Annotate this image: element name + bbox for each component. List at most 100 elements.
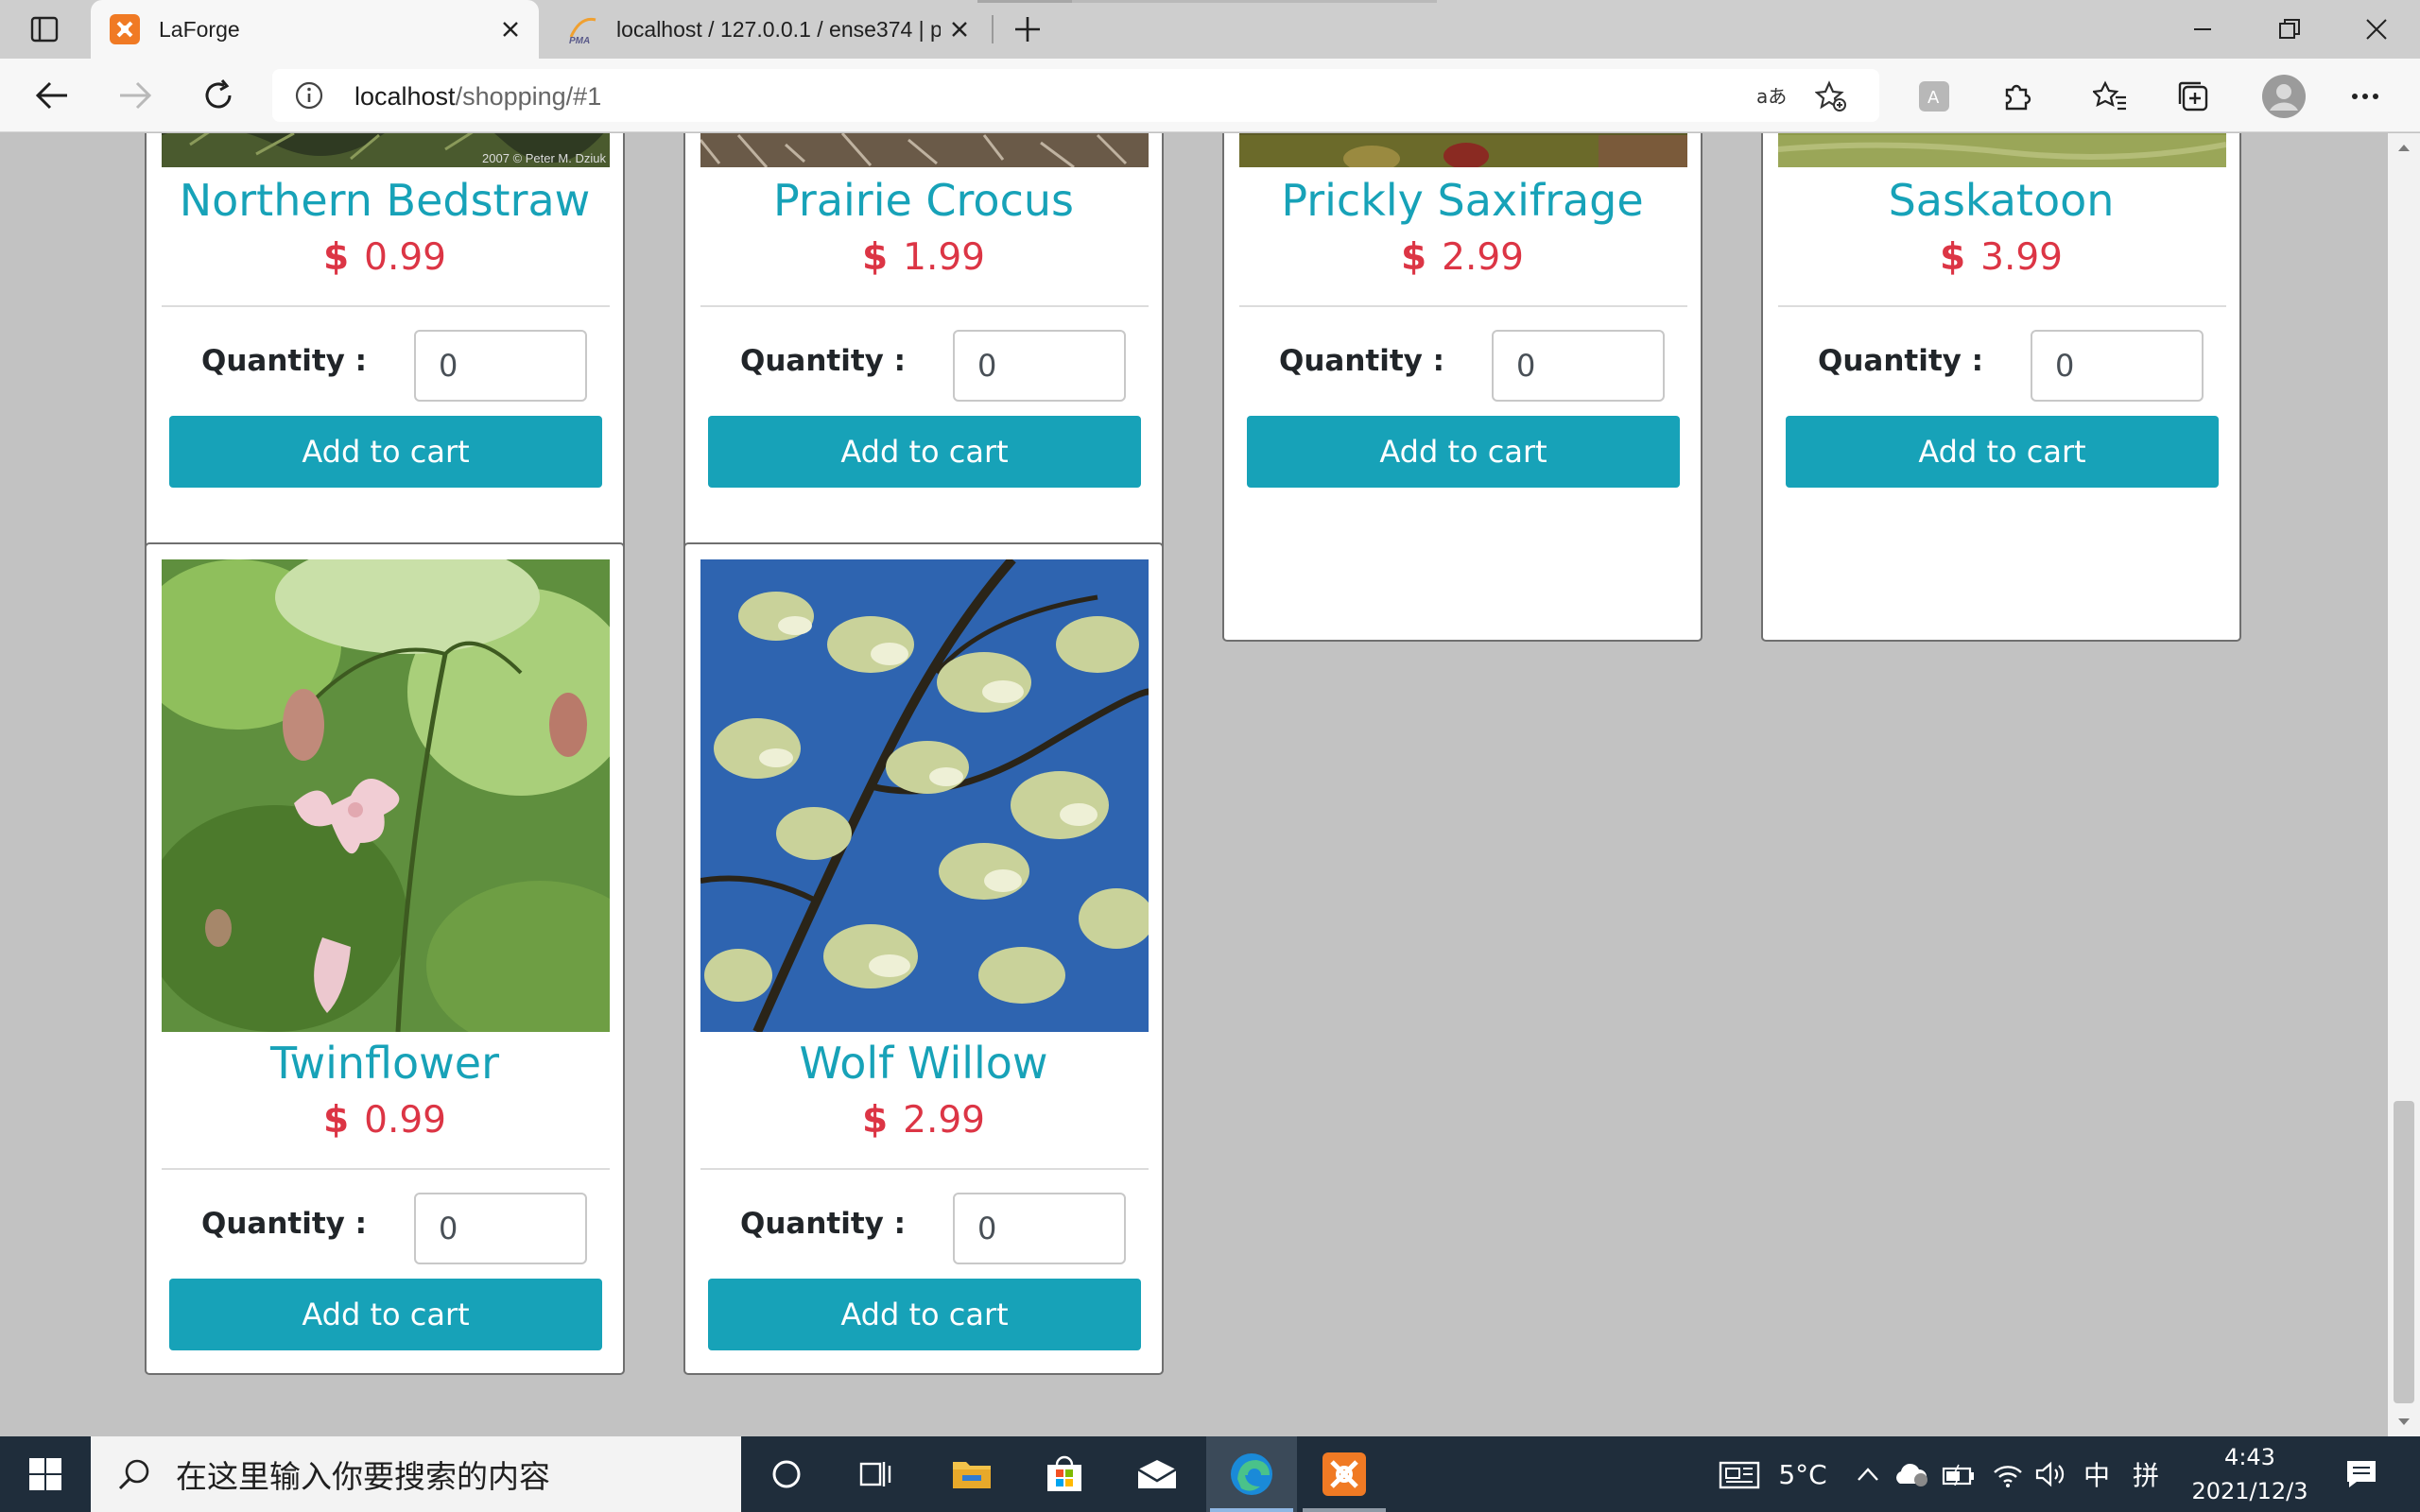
read-aloud-translate-icon[interactable]: aあ [1756,80,1789,112]
task-view-button[interactable] [832,1436,923,1512]
scroll-up-icon[interactable] [2388,133,2420,162]
tab-title: LaForge [159,16,240,42]
product-image-prairie-crocus [700,133,1149,167]
product-price: $1.99 [685,236,1162,279]
add-to-cart-button[interactable]: Add to cart [169,1279,602,1350]
tab-close-icon[interactable] [492,10,529,48]
news-widget-icon[interactable] [1713,1436,1766,1512]
svg-text:aあ: aあ [1756,85,1787,108]
notification-icon [2347,1461,2376,1487]
extensions-puzzle-icon[interactable] [1998,77,2036,115]
extension-grey-icon[interactable]: A [1915,77,1953,115]
start-button[interactable] [0,1436,91,1512]
product-name: Saskatoon [1888,175,2115,226]
back-button[interactable] [28,74,76,117]
wifi-icon[interactable] [1987,1436,2029,1512]
product-image-saskatoon [1778,133,2226,167]
restore-icon [2279,19,2300,39]
taskbar-clock[interactable]: 4:43 2021/12/3 [2179,1436,2321,1512]
restore-button[interactable] [2246,0,2333,59]
onedrive-cloud-icon[interactable] [1891,1436,1932,1512]
add-to-cart-button[interactable]: Add to cart [708,1279,1141,1350]
close-window-button[interactable] [2333,0,2420,59]
currency-symbol: $ [862,1099,889,1142]
scroll-down-icon[interactable] [2388,1408,2420,1436]
quantity-label: Quantity : [740,344,907,378]
arrow-left-icon [35,81,67,110]
product-name: Twinflower [270,1038,499,1089]
card-divider [162,305,610,307]
price-value: 3.99 [1980,236,2063,279]
add-to-cart-button[interactable]: Add to cart [1247,416,1680,488]
svg-text:A: A [1927,88,1940,108]
volume-icon[interactable] [2031,1436,2072,1512]
new-tab-button[interactable] [1006,9,1049,49]
favorites-icon[interactable] [2091,77,2129,115]
tab-strip: LaForge PMA localhost / 127.0.0.1 / ense… [0,0,2420,59]
quantity-input[interactable] [953,1193,1126,1264]
tab-phpmyadmin[interactable]: PMA localhost / 127.0.0.1 / ense374 | p [548,0,988,59]
notifications-button[interactable] [2335,1436,2388,1512]
add-to-cart-button[interactable]: Add to cart [1786,416,2219,488]
tab-actions-icon [30,16,59,43]
cortana-circle-icon [772,1460,801,1488]
battery-icon[interactable] [1938,1436,1979,1512]
quantity-input[interactable] [414,330,587,402]
add-favorite-icon[interactable] [1815,80,1847,112]
scrollbar-thumb[interactable] [2394,1101,2414,1403]
minimize-button[interactable] [2159,0,2246,59]
store-bag-icon [1047,1455,1081,1491]
forward-button[interactable] [112,74,159,117]
currency-symbol: $ [862,236,889,279]
currency-symbol: $ [1940,236,1966,279]
ms-store-button[interactable] [1019,1436,1110,1512]
close-icon [2366,19,2387,40]
folder-icon [953,1462,991,1488]
show-hidden-icons-icon[interactable] [1849,1436,1887,1512]
product-card: Twinflower $0.99 Quantity : Add to cart [145,542,625,1375]
card-divider [700,305,1149,307]
xampp-button[interactable] [1299,1436,1390,1512]
price-value: 2.99 [903,1099,985,1142]
price-value: 0.99 [364,236,446,279]
tab-laforge[interactable]: LaForge [91,0,539,59]
site-info-icon[interactable] [295,81,323,110]
mail-button[interactable] [1112,1436,1202,1512]
page-scrollbar[interactable] [2388,133,2420,1436]
svg-text:PMA: PMA [569,36,590,44]
add-to-cart-button[interactable]: Add to cart [169,416,602,488]
currency-symbol: $ [323,236,350,279]
running-app-indicator [1303,1508,1386,1512]
settings-more-icon[interactable] [2346,77,2384,115]
edge-browser-button[interactable] [1206,1436,1297,1512]
quantity-input[interactable] [414,1193,587,1264]
address-bar[interactable]: localhost/shopping/#1 aあ [272,69,1879,122]
tab-actions-button[interactable] [23,11,66,47]
mail-envelope-icon [1137,1460,1177,1488]
cortana-button[interactable] [741,1436,832,1512]
clock-time: 4:43 [2224,1444,2275,1470]
product-name: Prickly Saxifrage [1281,175,1644,226]
product-image-twinflower [162,559,610,1032]
quantity-input[interactable] [953,330,1126,402]
quantity-label: Quantity : [201,1207,368,1241]
search-placeholder: 在这里输入你要搜索的内容 [176,1458,550,1495]
card-divider [162,1168,610,1170]
taskbar-search-box[interactable]: 在这里输入你要搜索的内容 [91,1436,741,1512]
clock-date: 2021/12/3 [2191,1478,2308,1504]
ime-mode-indicator[interactable]: 拼 [2127,1436,2165,1512]
url-text[interactable]: localhost/shopping/#1 [354,82,601,112]
collections-icon[interactable] [2174,77,2212,115]
add-to-cart-button[interactable]: Add to cart [708,416,1141,488]
ime-language-indicator[interactable]: 中 [2076,1436,2118,1512]
product-price: $3.99 [1763,236,2239,279]
refresh-button[interactable] [195,74,242,117]
file-explorer-button[interactable] [926,1436,1017,1512]
quantity-input[interactable] [2031,330,2204,402]
card-divider [700,1168,1149,1170]
quantity-input[interactable] [1492,330,1665,402]
weather-text[interactable]: 5°C [1770,1436,1836,1512]
profile-avatar-icon[interactable] [2261,74,2307,119]
windows-taskbar: 在这里输入你要搜索的内容 5°C 中 拼 4:43 2021/12/3 [0,1436,2420,1512]
tab-close-icon[interactable] [941,10,978,48]
